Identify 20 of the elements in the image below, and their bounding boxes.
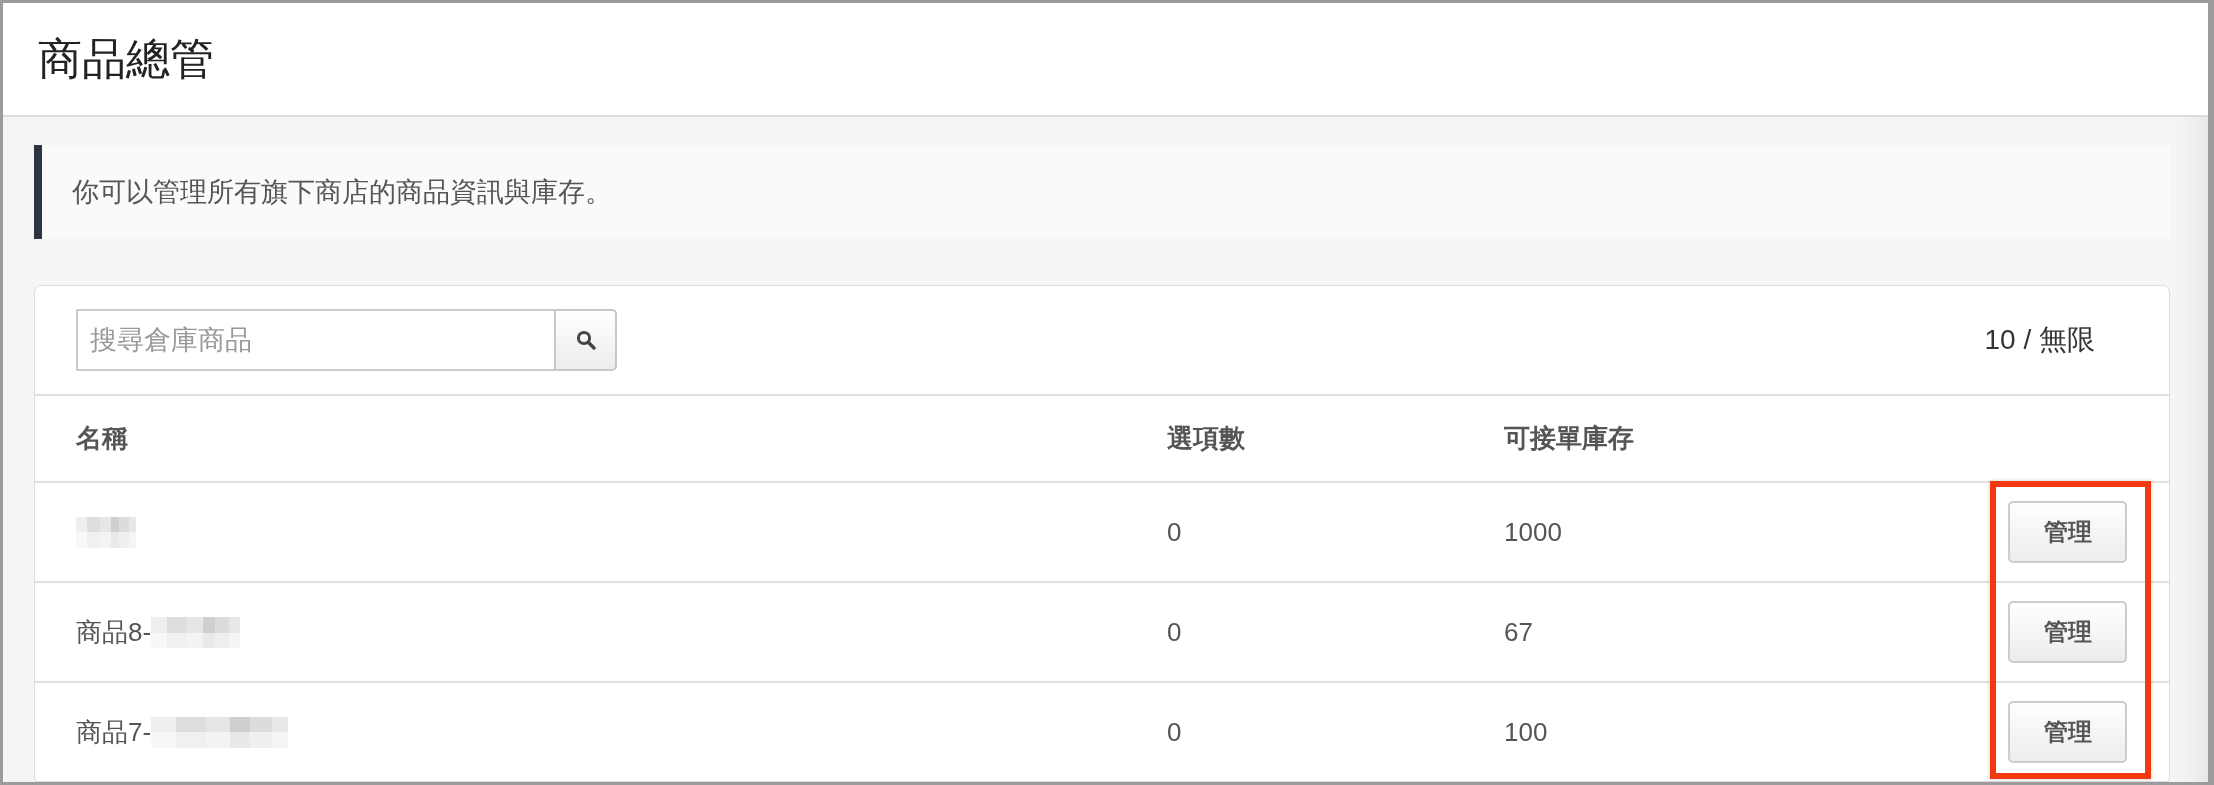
quota-count: 10 / 無限 (1984, 323, 2095, 357)
product-name: 商品7- (76, 715, 152, 749)
manage-button[interactable]: 管理 (2008, 501, 2127, 563)
table-cell: 100 (1504, 716, 1548, 747)
table-cell: 0 (1167, 616, 1182, 647)
product-name: 商品8- (76, 615, 152, 649)
search-icon (575, 330, 596, 350)
column-header: 可接單庫存 (1504, 423, 1634, 453)
search-button[interactable] (554, 309, 617, 371)
table-cell: 0 (1167, 516, 1182, 547)
notice-text: 你可以管理所有旗下商店的商品資訊與庫存。 (72, 176, 612, 209)
page-title: 商品總管 (38, 32, 214, 85)
manage-button[interactable]: 管理 (2008, 601, 2127, 663)
manage-button[interactable]: 管理 (2008, 701, 2127, 763)
column-header: 名稱 (76, 423, 128, 453)
table-cell: 1000 (1504, 516, 1562, 547)
search-field[interactable]: 搜尋倉庫商品 (76, 309, 554, 371)
column-header: 選項數 (1167, 423, 1245, 453)
table-cell: 0 (1167, 716, 1182, 747)
table-cell: 67 (1504, 616, 1533, 647)
